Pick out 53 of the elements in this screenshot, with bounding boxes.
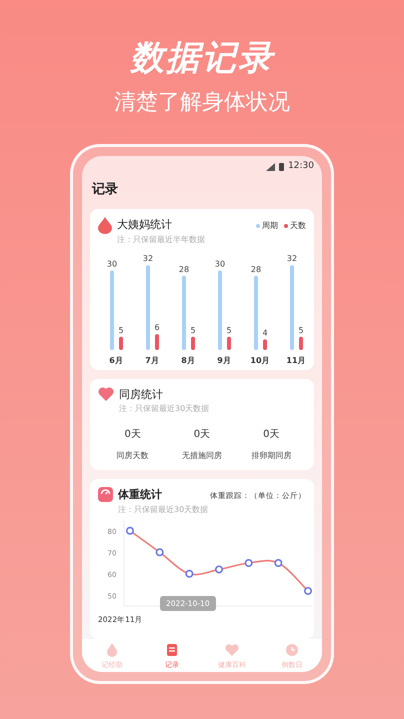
data-label: 32 [286, 254, 298, 264]
drop-icon [98, 217, 112, 234]
card-title: 大姨妈统计 [117, 217, 172, 234]
stat-label: 排卵期同房 [251, 450, 292, 462]
card-note: 注：只保留最近30天数据 [119, 403, 210, 416]
data-point [126, 526, 134, 535]
signal-icon [266, 162, 276, 171]
data-label: 30 [214, 259, 226, 268]
page-title: 记录 [90, 181, 119, 200]
bar [263, 339, 267, 350]
data-label: 5 [190, 326, 196, 335]
stat-label: 同房天数 [116, 450, 149, 462]
bar [299, 336, 303, 350]
month-axis-label: 10月 [250, 356, 270, 365]
legend-label: 周期 [262, 220, 278, 232]
scale-icon [98, 487, 113, 502]
bar [119, 336, 123, 350]
status-time: 12:30 [288, 160, 314, 173]
month-axis-label: 9月 [217, 356, 231, 365]
month-axis-label: 7月 [145, 356, 159, 365]
legend-label: 天数 [290, 220, 306, 232]
data-label: 4 [262, 328, 268, 338]
month-axis-label: 6月 [109, 356, 123, 365]
data-label: 6 [154, 322, 160, 332]
card-note: 注：只保留最近30天数据 [118, 504, 210, 516]
stat-value: 0天 [124, 428, 141, 442]
data-label: 30 [106, 259, 118, 268]
stat-label: 无措施同房 [182, 450, 222, 462]
data-label: 28 [250, 264, 262, 274]
battery-icon [279, 162, 284, 172]
stat-value: 0天 [194, 428, 210, 442]
card-title: 体重统计 [118, 487, 162, 504]
data-label: 5 [118, 326, 124, 335]
bar [155, 334, 159, 350]
data-point [274, 558, 282, 567]
card-title: 同房统计 [119, 386, 164, 403]
month-axis-label: 8月 [181, 356, 195, 365]
data-point [244, 558, 253, 567]
data-point [215, 565, 223, 574]
data-point [156, 548, 164, 556]
stat-value: 0天 [263, 428, 280, 442]
card-note: 注：只保留最近半年数据 [117, 234, 206, 246]
data-point [185, 570, 194, 578]
promo-headline: 数据记录 [130, 37, 274, 80]
data-label: 28 [178, 264, 190, 274]
heart-icon [98, 386, 114, 401]
promo-subtitle: 清楚了解身体状况 [114, 89, 290, 117]
data-label: 5 [298, 326, 304, 335]
bar [191, 336, 195, 350]
bar [227, 336, 231, 350]
data-label: 5 [226, 326, 232, 335]
month-axis-label: 11月 [286, 356, 306, 365]
data-label: 32 [142, 254, 154, 264]
